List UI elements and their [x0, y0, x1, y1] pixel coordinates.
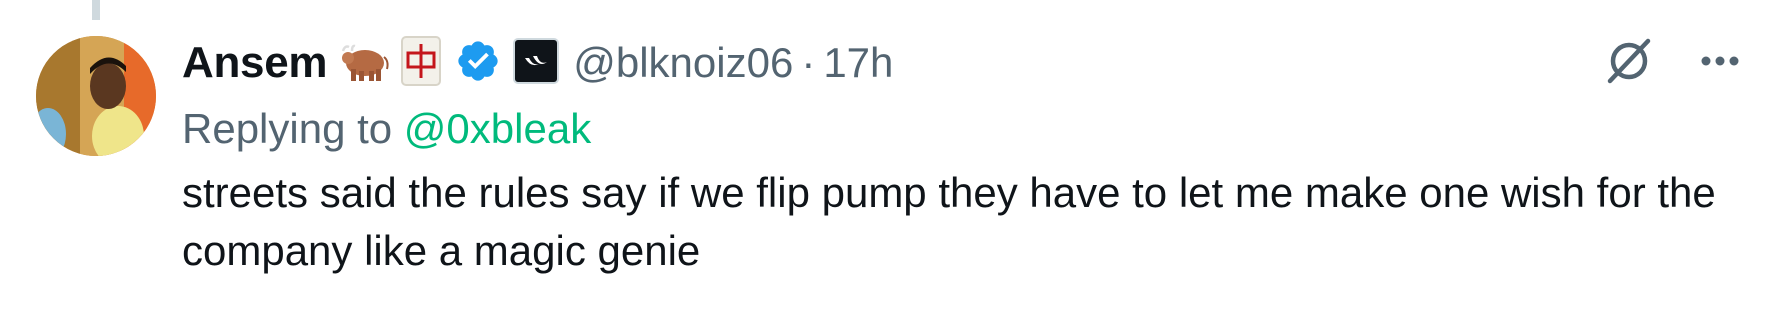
replying-to: Replying to @0xbleak: [182, 100, 1740, 158]
tweet-header: Ansem @blknoiz06 · 17h: [182, 30, 1740, 96]
separator-dot: ·: [801, 39, 816, 86]
verified-badge-icon[interactable]: [455, 38, 501, 89]
author-handle[interactable]: @blknoiz06: [573, 39, 793, 87]
display-name[interactable]: Ansem: [182, 38, 328, 88]
affiliate-logo-icon[interactable]: [513, 37, 560, 89]
tweet-card[interactable]: Ansem @blknoiz06 · 17h Replying to @0xbl…: [0, 0, 1780, 314]
more-options-icon[interactable]: [1700, 54, 1740, 72]
ox-emoji-icon: [341, 39, 391, 88]
tweet-text: streets said the rules say if we flip pu…: [182, 169, 1728, 274]
grok-icon[interactable]: [1604, 36, 1654, 91]
avatar[interactable]: [36, 36, 156, 156]
mahjong-red-dragon-icon: [401, 35, 442, 91]
avatar-image: [36, 36, 156, 156]
thread-connector-line: [92, 0, 100, 20]
header-actions: [1604, 30, 1740, 96]
reply-to-handle-link[interactable]: @0xbleak: [404, 105, 591, 152]
timestamp[interactable]: 17h: [823, 39, 893, 87]
reply-prefix: Replying to: [182, 105, 393, 152]
tweet-content: Ansem @blknoiz06 · 17h Replying to @0xbl…: [182, 30, 1740, 280]
